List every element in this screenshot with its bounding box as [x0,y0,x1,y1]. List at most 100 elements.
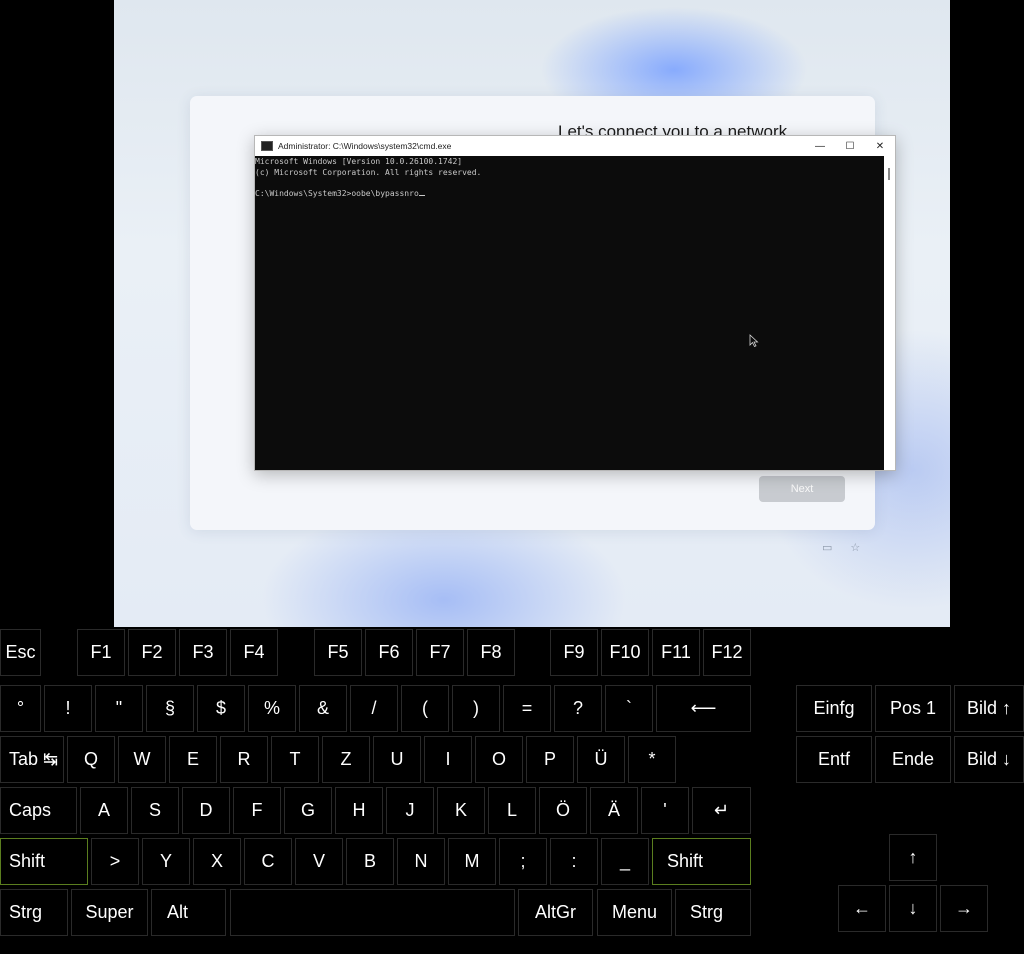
key-question[interactable]: ? [554,685,602,732]
key-apostrophe[interactable]: ' [641,787,689,834]
key-enter[interactable]: ↵ [692,787,751,834]
key-tab[interactable]: Tab ↹ [0,736,64,783]
cmd-console[interactable]: Microsoft Windows [Version 10.0.26100.17… [255,156,883,471]
key-degree[interactable]: ° [0,685,41,732]
vm-screen[interactable]: Let's connect you to a network Next ▭ ☆ … [114,0,950,627]
key-equals[interactable]: = [503,685,551,732]
key-f8[interactable]: F8 [467,629,515,676]
key-shift-right[interactable]: Shift [652,838,751,885]
key-r[interactable]: R [220,736,268,783]
key-altgr[interactable]: AltGr [518,889,593,936]
cmd-window[interactable]: Administrator: C:\Windows\system32\cmd.e… [254,135,896,471]
key-i[interactable]: I [424,736,472,783]
key-c[interactable]: C [244,838,292,885]
key-n[interactable]: N [397,838,445,885]
minimize-button[interactable]: — [805,136,835,156]
key-w[interactable]: W [118,736,166,783]
key-alt[interactable]: Alt [151,889,226,936]
key-section[interactable]: § [146,685,194,732]
key-ende[interactable]: Ende [875,736,951,783]
key-arrow-right[interactable]: → [940,885,988,932]
key-z[interactable]: Z [322,736,370,783]
key-arrow-down[interactable]: ↓ [889,885,937,932]
key-quote[interactable]: " [95,685,143,732]
key-esc[interactable]: Esc [0,629,41,676]
key-m[interactable]: M [448,838,496,885]
key-ae[interactable]: Ä [590,787,638,834]
key-g[interactable]: G [284,787,332,834]
key-colon[interactable]: : [550,838,598,885]
key-oe[interactable]: Ö [539,787,587,834]
key-entf[interactable]: Entf [796,736,872,783]
key-strg-left[interactable]: Strg [0,889,68,936]
key-percent[interactable]: % [248,685,296,732]
key-k[interactable]: K [437,787,485,834]
key-backspace[interactable]: ⟵ [656,685,751,732]
key-space[interactable] [230,889,515,936]
key-v[interactable]: V [295,838,343,885]
keyboard-icon[interactable]: ▭ [822,541,832,554]
key-exclamation[interactable]: ! [44,685,92,732]
key-f[interactable]: F [233,787,281,834]
key-arrow-left[interactable]: ← [838,885,886,932]
close-button[interactable]: ✕ [865,136,895,156]
key-strg-right[interactable]: Strg [675,889,751,936]
key-menu[interactable]: Menu [597,889,672,936]
cmd-command: oobe\bypassnro [351,188,419,198]
key-j[interactable]: J [386,787,434,834]
key-super[interactable]: Super [71,889,148,936]
cmd-prompt: C:\Windows\System32> [255,188,352,198]
key-bild-down[interactable]: Bild ↓ [954,736,1024,783]
key-lparen[interactable]: ( [401,685,449,732]
next-button[interactable]: Next [759,476,845,502]
key-t[interactable]: T [271,736,319,783]
key-slash[interactable]: / [350,685,398,732]
key-h[interactable]: H [335,787,383,834]
key-rparen[interactable]: ) [452,685,500,732]
cmd-prompt-line: C:\Windows\System32>oobe\bypassnro [255,189,883,200]
key-u[interactable]: U [373,736,421,783]
key-y[interactable]: Y [142,838,190,885]
text-cursor [418,194,425,196]
key-f2[interactable]: F2 [128,629,176,676]
key-underscore[interactable]: _ [601,838,649,885]
key-dollar[interactable]: $ [197,685,245,732]
key-semicolon[interactable]: ; [499,838,547,885]
cmd-titlebar[interactable]: Administrator: C:\Windows\system32\cmd.e… [255,136,895,156]
key-o[interactable]: O [475,736,523,783]
key-ue[interactable]: Ü [577,736,625,783]
key-f3[interactable]: F3 [179,629,227,676]
key-q[interactable]: Q [67,736,115,783]
key-einfg[interactable]: Einfg [796,685,872,732]
key-f9[interactable]: F9 [550,629,598,676]
key-star[interactable]: * [628,736,676,783]
key-p[interactable]: P [526,736,574,783]
key-f10[interactable]: F10 [601,629,649,676]
accessibility-icon[interactable]: ☆ [850,541,860,554]
key-b[interactable]: B [346,838,394,885]
key-greater-than[interactable]: > [91,838,139,885]
key-f6[interactable]: F6 [365,629,413,676]
key-f1[interactable]: F1 [77,629,125,676]
key-f4[interactable]: F4 [230,629,278,676]
key-f7[interactable]: F7 [416,629,464,676]
key-caps[interactable]: Caps [0,787,77,834]
key-f12[interactable]: F12 [703,629,751,676]
maximize-button[interactable]: ☐ [835,136,865,156]
key-f5[interactable]: F5 [314,629,362,676]
key-bild-up[interactable]: Bild ↑ [954,685,1024,732]
key-pos1[interactable]: Pos 1 [875,685,951,732]
scrollbar-thumb[interactable] [888,168,890,180]
key-ampersand[interactable]: & [299,685,347,732]
cmd-scrollbar[interactable] [884,156,895,470]
key-f11[interactable]: F11 [652,629,700,676]
key-d[interactable]: D [182,787,230,834]
key-shift-left[interactable]: Shift [0,838,88,885]
key-s[interactable]: S [131,787,179,834]
key-a[interactable]: A [80,787,128,834]
key-l[interactable]: L [488,787,536,834]
key-e[interactable]: E [169,736,217,783]
key-arrow-up[interactable]: ↑ [889,834,937,881]
key-x[interactable]: X [193,838,241,885]
key-backtick[interactable]: ` [605,685,653,732]
